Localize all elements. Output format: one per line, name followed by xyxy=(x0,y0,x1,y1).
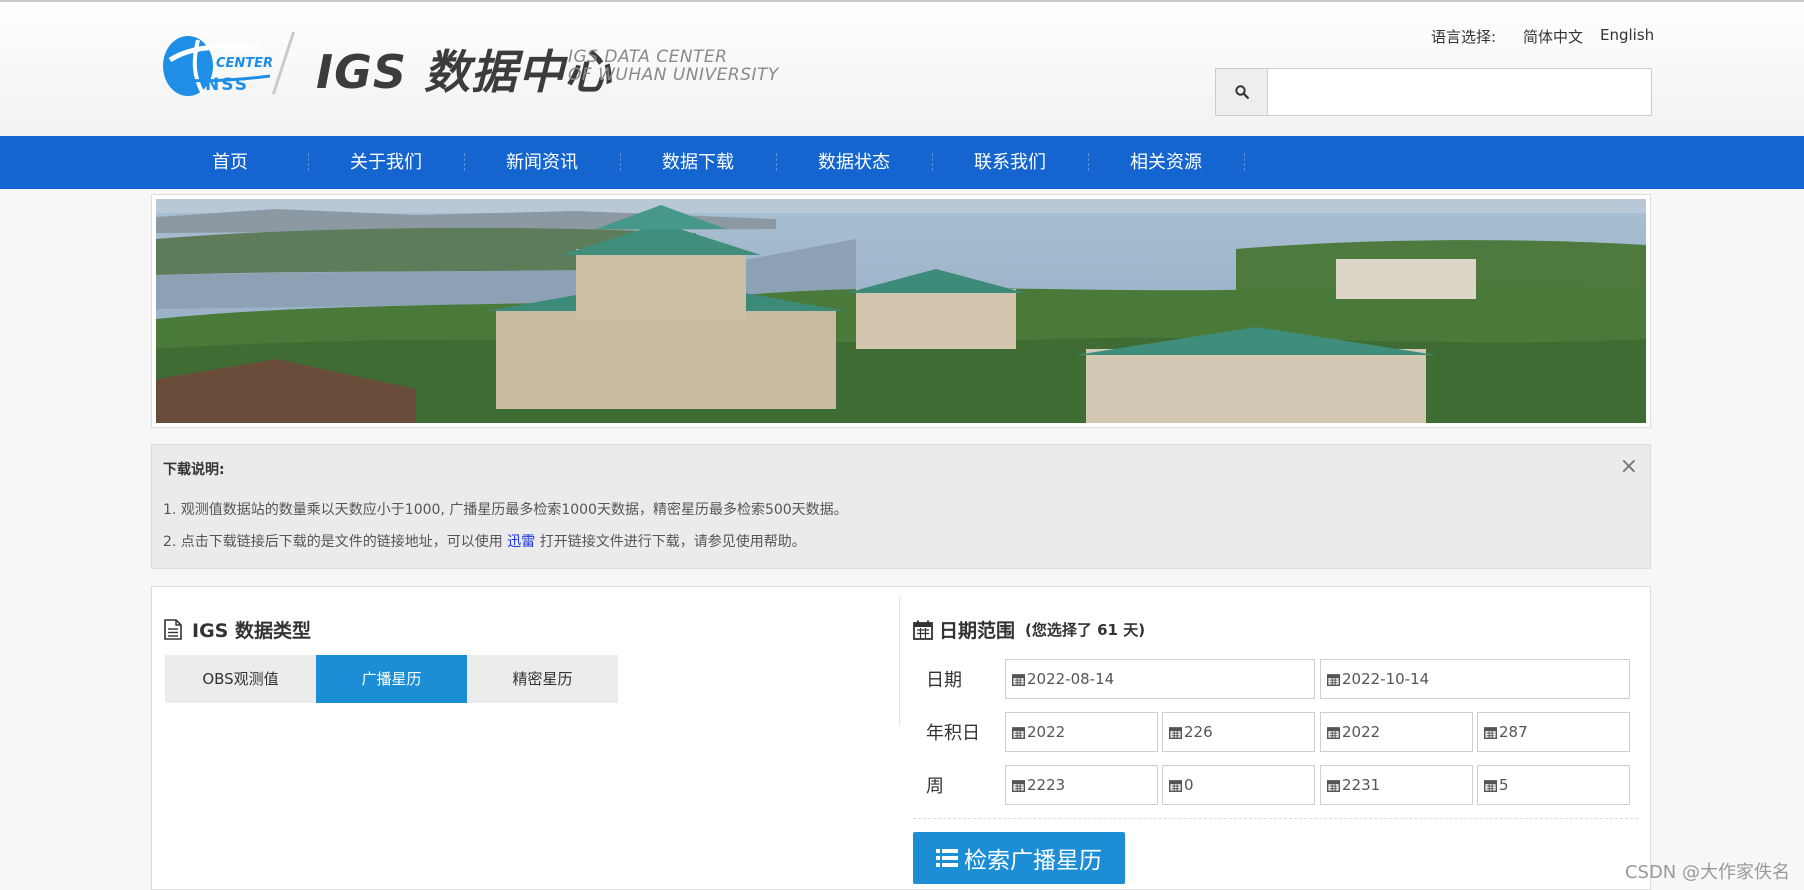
nav-item-home[interactable]: 首页 xyxy=(152,136,308,189)
tab-obs[interactable]: OBS观测值 xyxy=(165,655,316,703)
logo-english-line1: IGS DATA CENTER xyxy=(568,47,728,67)
end-weekday-field[interactable]: 5 xyxy=(1477,765,1630,805)
notice-title: 下载说明: xyxy=(163,462,225,478)
notice-line-2: 2. 点击下载链接后下载的是文件的链接地址，可以使用 迅雷 打开链接文件进行下载… xyxy=(163,531,806,551)
tab-precise-ephemeris[interactable]: 精密星历 xyxy=(467,655,618,703)
tab-broadcast-ephemeris[interactable]: 广播星历 xyxy=(316,655,467,703)
start-year-field[interactable]: 2022 xyxy=(1005,712,1158,752)
date-range-heading: 日期范围 (您选择了 61 天) xyxy=(913,616,1145,643)
row-label-day-of-year: 年积日 xyxy=(926,723,980,744)
calendar-icon xyxy=(1327,726,1340,739)
campus-banner-image xyxy=(151,194,1651,428)
svg-text:NSS: NSS xyxy=(205,75,249,95)
calendar-icon xyxy=(1012,673,1025,686)
start-year-value: 2022 xyxy=(1027,723,1066,741)
start-date-field[interactable]: 2022-08-14 xyxy=(1005,659,1315,699)
row-label-week: 周 xyxy=(926,776,944,797)
calendar-icon xyxy=(1012,726,1025,739)
start-weekday-value: 0 xyxy=(1184,776,1194,794)
nav-item-news[interactable]: 新闻资讯 xyxy=(464,136,620,189)
end-gps-week-value: 2231 xyxy=(1342,776,1381,794)
language-label: 语言选择: xyxy=(1431,28,1497,46)
end-year-value: 2022 xyxy=(1342,723,1381,741)
calendar-icon xyxy=(1327,673,1340,686)
search-icon xyxy=(1234,85,1249,99)
watermark: CSDN @大作家佚名 xyxy=(1624,862,1790,883)
end-weekday-value: 5 xyxy=(1499,776,1509,794)
submit-label: 检索广播星历 xyxy=(964,848,1102,874)
nav-item-data-status[interactable]: 数据状态 xyxy=(776,136,932,189)
calendar-icon xyxy=(1169,779,1182,792)
main-nav: 首页 关于我们 新闻资讯 数据下载 数据状态 联系我们 相关资源 xyxy=(0,136,1804,189)
nav-item-about[interactable]: 关于我们 xyxy=(308,136,464,189)
selected-days-note: (您选择了 61 天) xyxy=(1025,621,1146,639)
calendar-icon xyxy=(913,620,933,640)
svg-text:CENTER: CENTER xyxy=(216,56,273,71)
language-option-en[interactable]: English xyxy=(1600,26,1654,44)
end-date-field[interactable]: 2022-10-14 xyxy=(1320,659,1630,699)
start-doy-value: 226 xyxy=(1184,723,1213,741)
end-year-field[interactable]: 2022 xyxy=(1320,712,1473,752)
calendar-icon xyxy=(1327,779,1340,792)
end-doy-field[interactable]: 287 xyxy=(1477,712,1630,752)
date-range-title: 日期范围 xyxy=(939,620,1016,642)
start-doy-field[interactable]: 226 xyxy=(1162,712,1315,752)
notice-line-2-text: 2. 点击下载链接后下载的是文件的链接地址，可以使用 xyxy=(163,534,508,550)
site-logo[interactable]: CENTER NSS IGS 数据中心 IGS DATA CENTER OF W… xyxy=(158,26,778,106)
start-date-value: 2022-08-14 xyxy=(1027,670,1115,688)
calendar-icon xyxy=(1484,779,1497,792)
notice-line-2-text: 打开链接文件进行下载，请参见使用帮助。 xyxy=(535,534,806,550)
site-header: CENTER NSS IGS 数据中心 IGS DATA CENTER OF W… xyxy=(0,2,1804,136)
list-icon xyxy=(936,849,958,867)
search-broadcast-ephemeris-button[interactable]: 检索广播星历 xyxy=(913,832,1125,884)
notice-line-1: 1. 观测值数据站的数量乘以天数应小于1000, 广播星历最多检索1000天数据… xyxy=(163,502,848,518)
nav-item-resources[interactable]: 相关资源 xyxy=(1088,136,1244,189)
thunder-download-link[interactable]: 迅雷 xyxy=(507,534,535,550)
data-type-title: IGS 数据类型 xyxy=(192,620,311,642)
search-input[interactable] xyxy=(1267,68,1652,116)
gnss-globe-logo-icon: CENTER NSS xyxy=(163,36,273,96)
campus-landscape-illustration xyxy=(156,199,1646,423)
end-gps-week-field[interactable]: 2231 xyxy=(1320,765,1473,805)
row-label-date: 日期 xyxy=(926,670,962,691)
start-gps-week-field[interactable]: 2223 xyxy=(1005,765,1158,805)
nav-item-data-download[interactable]: 数据下载 xyxy=(620,136,776,189)
calendar-icon xyxy=(1012,779,1025,792)
logo-english-name: IGS DATA CENTER OF WUHAN UNIVERSITY xyxy=(568,48,779,84)
calendar-icon xyxy=(1169,726,1182,739)
start-weekday-field[interactable]: 0 xyxy=(1162,765,1315,805)
language-option-zh[interactable]: 简体中文 xyxy=(1523,26,1583,47)
panel-divider xyxy=(899,596,900,726)
nav-separator xyxy=(1244,153,1245,171)
file-icon xyxy=(164,619,182,640)
download-notice: 下载说明: 1. 观测值数据站的数量乘以天数应小于1000, 广播星历最多检索1… xyxy=(151,444,1651,569)
end-date-value: 2022-10-14 xyxy=(1342,670,1430,688)
close-icon[interactable]: × xyxy=(1620,454,1638,479)
data-type-heading: IGS 数据类型 xyxy=(164,616,311,643)
calendar-icon xyxy=(1484,726,1497,739)
end-doy-value: 287 xyxy=(1499,723,1528,741)
nav-item-contact[interactable]: 联系我们 xyxy=(932,136,1088,189)
logo-english-line2: OF WUHAN UNIVERSITY xyxy=(568,65,779,85)
search-button[interactable] xyxy=(1215,68,1268,116)
start-gps-week-value: 2223 xyxy=(1027,776,1066,794)
form-divider xyxy=(913,818,1638,819)
